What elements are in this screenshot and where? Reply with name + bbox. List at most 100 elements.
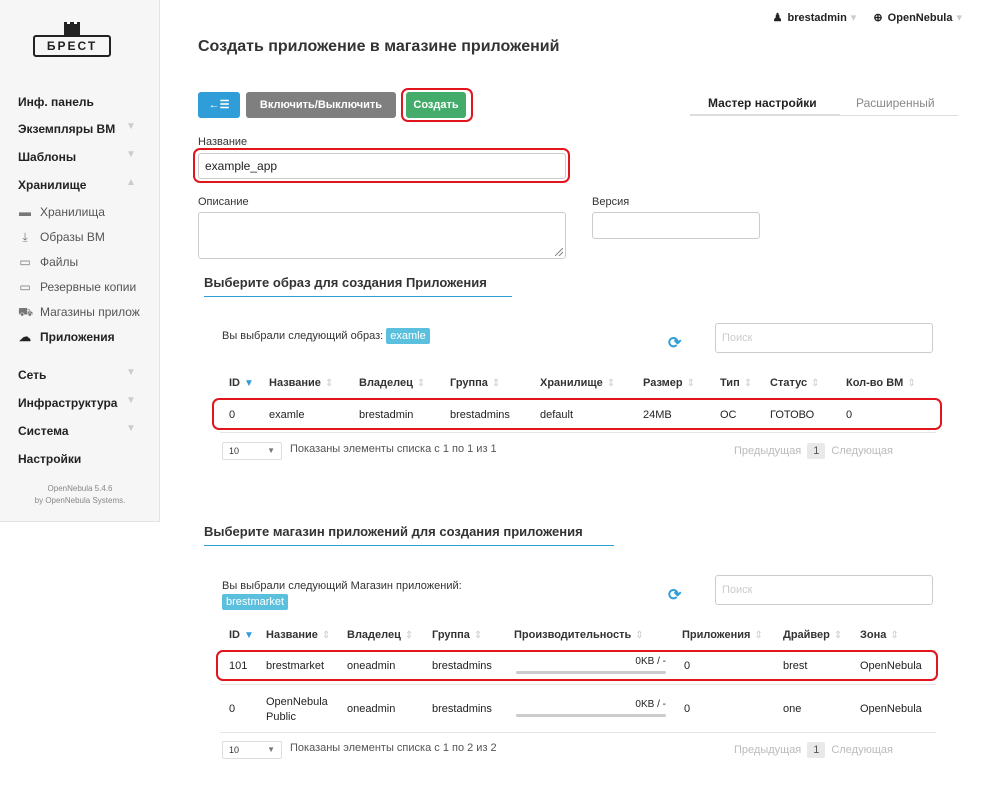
prev-page-link[interactable]: Предыдущая xyxy=(734,445,801,457)
sidebar-item-system[interactable]: Система ▼ xyxy=(18,423,148,438)
toggle-button[interactable]: Включить/Выключить xyxy=(246,92,396,118)
download-icon: ⤓ xyxy=(22,230,28,244)
cell-status: ГОТОВО xyxy=(770,409,815,421)
sidebar-subitem-marketplaces[interactable]: ⛟ Магазины прилож xyxy=(18,305,158,321)
sort-icon: ⇕ xyxy=(686,378,696,389)
prev-page-link[interactable]: Предыдущая xyxy=(734,744,801,756)
cell-group: brestadmins xyxy=(450,409,510,421)
image-col-id[interactable]: ID ▼ xyxy=(229,377,254,389)
globe-icon: ⊕ xyxy=(873,12,883,24)
column-label: Кол-во ВМ xyxy=(846,377,904,389)
market-col-group[interactable]: Группа ⇕ xyxy=(432,629,482,641)
cell-performance: 0KB / - xyxy=(516,699,666,717)
sort-icon: ⇕ xyxy=(473,630,483,641)
market-col-zone[interactable]: Зона ⇕ xyxy=(860,629,899,641)
create-button[interactable]: Создать xyxy=(406,92,466,118)
sidebar-subitem-files[interactable]: ▭ Файлы xyxy=(18,255,158,269)
cell-id: 101 xyxy=(229,660,248,672)
sort-icon: ⇕ xyxy=(635,630,644,641)
tab-wizard[interactable]: Мастер настройки xyxy=(708,96,817,110)
market-pagination: Предыдущая 1 Следующая xyxy=(734,742,893,758)
name-input[interactable]: example_app xyxy=(198,153,566,179)
market-col-id[interactable]: ID ▼ xyxy=(229,629,254,641)
market-col-driver[interactable]: Драйвер ⇕ xyxy=(783,629,842,641)
sidebar-item-label: Магазины прилож xyxy=(40,305,140,319)
topbar: ♟ brestadmin ▾ ⊕ OpenNebula ▾ xyxy=(759,11,962,24)
table-divider xyxy=(220,732,936,733)
market-search-input[interactable]: Поиск xyxy=(715,575,933,605)
perf-value: 0KB / - xyxy=(635,656,666,667)
image-col-status[interactable]: Статус ⇕ xyxy=(770,377,819,389)
user-menu[interactable]: ♟ brestadmin ▾ xyxy=(773,12,857,24)
chevron-down-icon: ▾ xyxy=(956,12,962,24)
sidebar-item-network[interactable]: Сеть ▼ xyxy=(18,367,148,382)
next-page-link[interactable]: Следующая xyxy=(831,445,893,457)
user-icon: ♟ xyxy=(772,12,783,24)
image-col-vms[interactable]: Кол-во ВМ ⇕ xyxy=(846,377,916,389)
sidebar-subitem-images[interactable]: ⤓ Образы ВМ xyxy=(18,230,158,245)
market-col-name[interactable]: Название ⇕ xyxy=(266,629,330,641)
image-col-size[interactable]: Размер ⇕ xyxy=(643,377,695,389)
market-col-apps[interactable]: Приложения ⇕ xyxy=(682,629,763,641)
zone-menu[interactable]: ⊕ OpenNebula ▾ xyxy=(873,12,962,24)
image-pagination: Предыдущая 1 Следующая xyxy=(734,443,893,459)
table-divider xyxy=(220,650,936,651)
market-col-performance[interactable]: Производительность ⇕ xyxy=(514,629,644,641)
resize-grip-icon[interactable] xyxy=(555,248,563,256)
market-selected: Вы выбрали следующий Магазин приложений:… xyxy=(222,580,522,610)
sidebar-item-label: Инфраструктура xyxy=(18,396,118,410)
cell-size: 24MB xyxy=(643,409,672,421)
sidebar-subitem-backups[interactable]: ▭ Резервные копии xyxy=(18,280,158,294)
image-col-datastore[interactable]: Хранилище ⇕ xyxy=(540,377,615,389)
version-info: OpenNebula 5.4.6 by OpenNebula Systems. xyxy=(0,483,160,507)
sidebar-item-dashboard[interactable]: Инф. панель xyxy=(18,95,148,109)
cell-name: examle xyxy=(269,409,305,421)
user-name: brestadmin xyxy=(787,12,847,24)
cell-driver: one xyxy=(783,703,802,715)
sidebar-item-templates[interactable]: Шаблоны ▼ xyxy=(18,149,148,164)
sidebar-item-settings[interactable]: Настройки xyxy=(18,452,148,466)
refresh-icon[interactable]: ⟳ xyxy=(668,333,681,353)
sidebar-item-label: Настройки xyxy=(18,452,82,466)
version-input[interactable] xyxy=(592,212,760,239)
sidebar-item-vms[interactable]: Экземпляры ВМ ▼ xyxy=(18,121,148,136)
market-page-size-select[interactable]: 10 ▼ xyxy=(222,741,282,759)
cell-name: OpenNebula Public xyxy=(266,696,328,723)
sidebar-subitem-apps[interactable]: ☁ Приложения xyxy=(18,330,158,344)
cell-performance: 0KB / - xyxy=(516,656,666,674)
sidebar-item-storage[interactable]: Хранилище ▲ xyxy=(18,177,148,192)
highlight-image-row xyxy=(212,398,942,430)
archive-icon: ▭ xyxy=(19,255,31,269)
tab-active-indicator xyxy=(690,114,840,116)
chevron-down-icon: ▾ xyxy=(850,12,857,24)
description-label: Описание xyxy=(198,196,249,208)
image-selected: Вы выбрали следующий образ: examle xyxy=(222,328,430,344)
image-selected-text: Вы выбрали следующий образ: xyxy=(222,330,384,342)
tab-advanced[interactable]: Расширенный xyxy=(856,96,935,110)
sidebar-subitem-datastores[interactable]: ▬ Хранилища xyxy=(18,205,158,219)
sidebar-item-label: Система xyxy=(18,424,69,438)
image-search-input[interactable]: Поиск xyxy=(715,323,933,353)
sidebar-item-label: Шаблоны xyxy=(18,150,77,164)
column-label: Название xyxy=(266,629,318,641)
image-col-group[interactable]: Группа ⇕ xyxy=(450,377,500,389)
current-page[interactable]: 1 xyxy=(807,443,826,459)
refresh-icon[interactable]: ⟳ xyxy=(668,585,681,605)
market-selected-text: Вы выбрали следующий Магазин приложений: xyxy=(222,580,462,592)
column-label: Группа xyxy=(432,629,470,641)
image-col-type[interactable]: Тип ⇕ xyxy=(720,377,752,389)
cell-zone: OpenNebula xyxy=(860,703,922,715)
back-button[interactable]: ←☰ xyxy=(198,92,240,118)
description-textarea[interactable] xyxy=(198,212,566,259)
market-section-title: Выберите магазин приложений для создания… xyxy=(204,524,614,546)
brest-logo[interactable]: БРЕСТ xyxy=(33,21,111,60)
next-page-link[interactable]: Следующая xyxy=(831,744,893,756)
image-pager-info: Показаны элементы списка с 1 по 1 из 1 xyxy=(290,443,497,455)
image-col-name[interactable]: Название ⇕ xyxy=(269,377,333,389)
image-page-size-select[interactable]: 10 ▼ xyxy=(222,442,282,460)
page-size-value: 10 xyxy=(229,446,240,456)
image-col-owner[interactable]: Владелец ⇕ xyxy=(359,377,425,389)
market-col-owner[interactable]: Владелец ⇕ xyxy=(347,629,413,641)
current-page[interactable]: 1 xyxy=(807,742,826,758)
sidebar-item-infrastructure[interactable]: Инфраструктура ▼ xyxy=(18,395,148,410)
